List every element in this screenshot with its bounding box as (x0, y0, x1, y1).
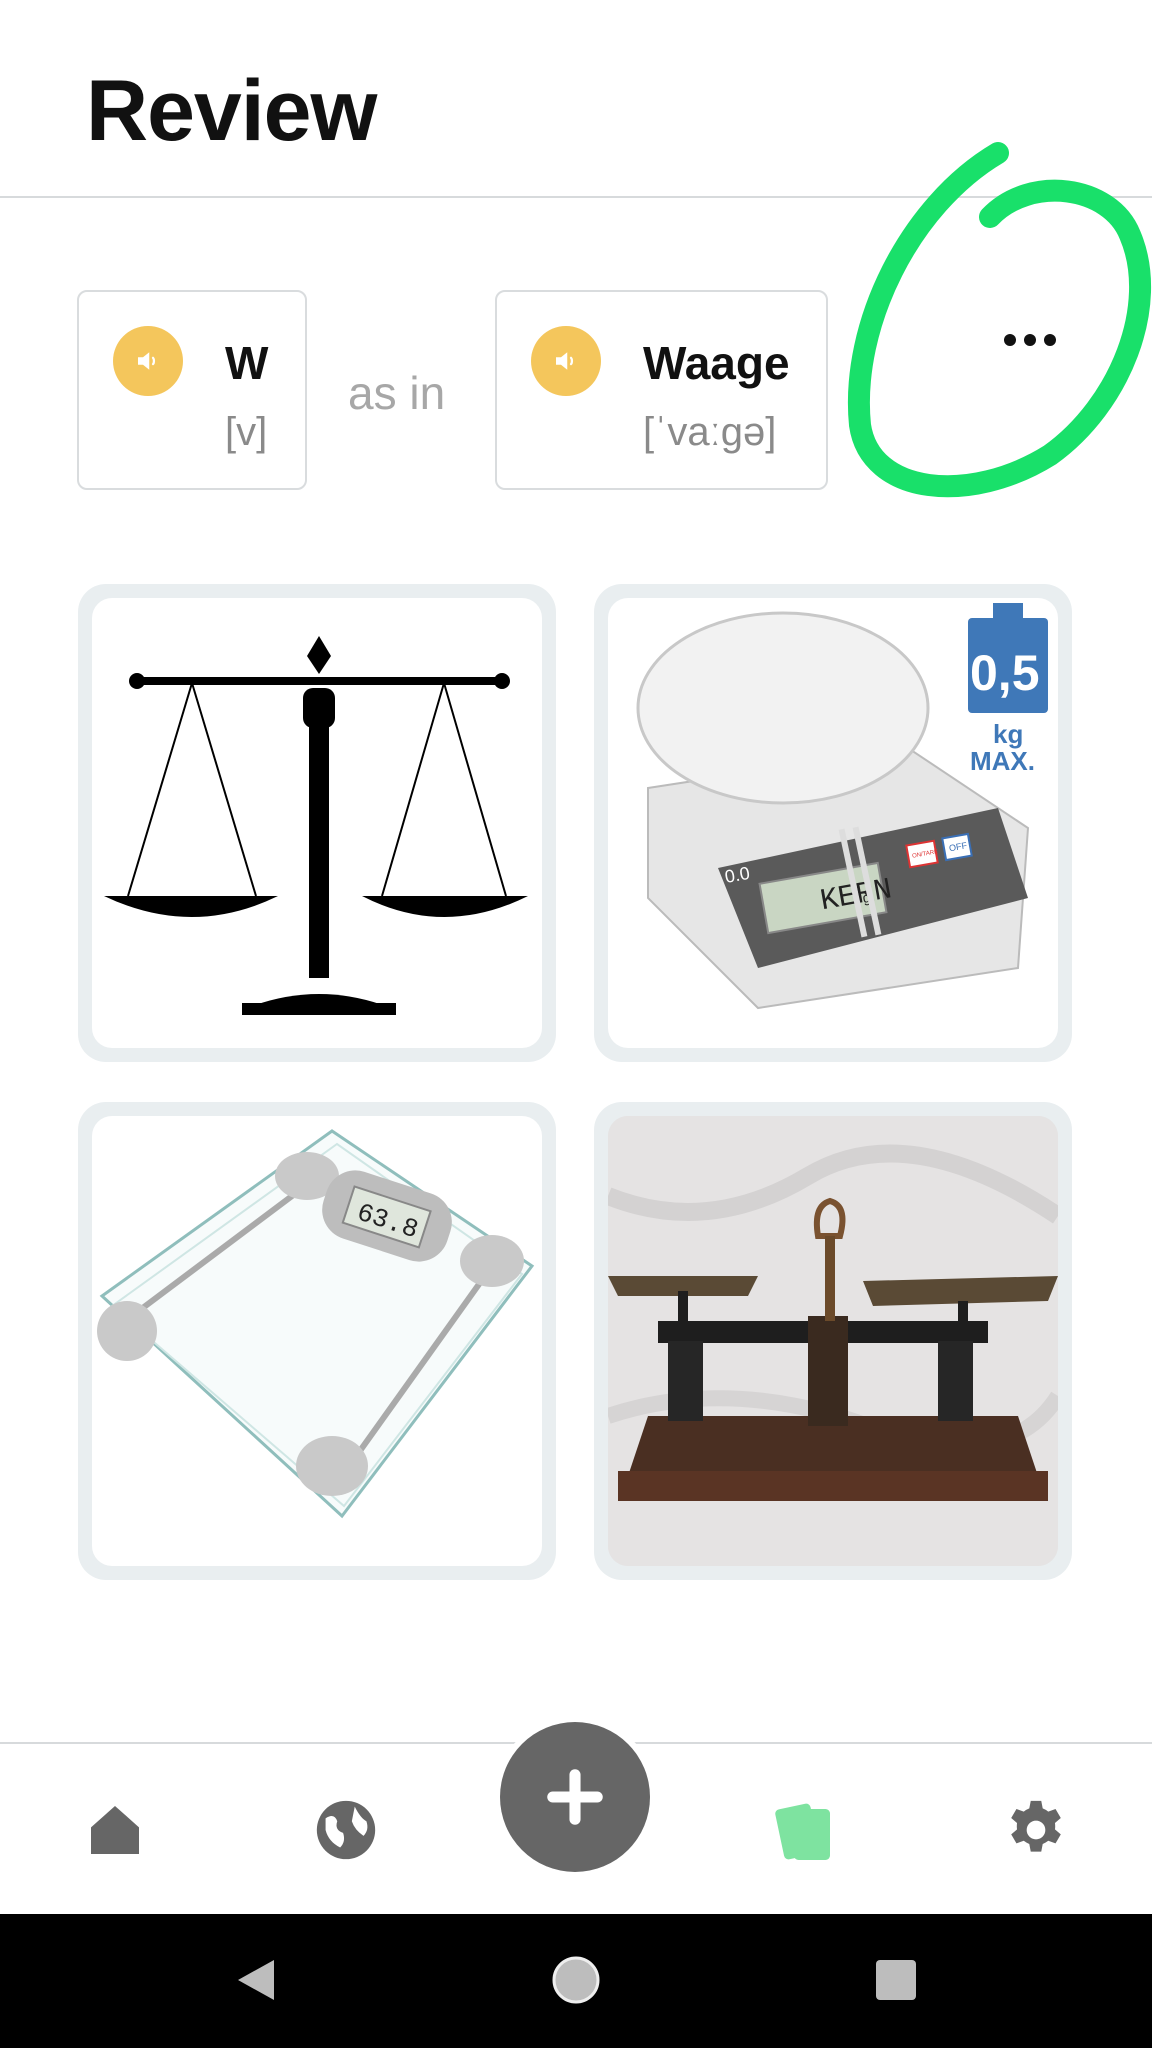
capacity-unit: kg (993, 719, 1023, 749)
as-in-label: as in (348, 367, 446, 419)
bathroom-scale-image: 63.8 (92, 1116, 542, 1566)
back-icon[interactable] (226, 1950, 286, 2010)
image-option-3[interactable]: 63.8 (78, 1102, 556, 1580)
speaker-icon[interactable] (531, 326, 601, 396)
word-text: Waage (643, 337, 790, 389)
word-card[interactable]: Waage [ˈvaːɡə] (495, 290, 828, 490)
image-option-1[interactable] (78, 584, 556, 1062)
antique-scale-image (608, 1116, 1058, 1566)
recents-icon[interactable] (866, 1950, 926, 2010)
balance-scale-image (92, 598, 542, 1048)
home-icon (91, 1806, 139, 1854)
capacity-max: MAX. (970, 746, 1035, 776)
scale-brand-text: 0.0 (723, 863, 751, 887)
nav-explore[interactable] (306, 1790, 386, 1870)
image-option-4[interactable] (594, 1102, 1072, 1580)
page-title: Review (86, 63, 377, 159)
letter-ipa: [v] (225, 410, 268, 454)
letter-card[interactable]: W [v] (77, 290, 307, 490)
more-button[interactable] (970, 300, 1090, 380)
image-option-2[interactable]: KERN g 0.0 ON/TARE OFF 0,5 kg MAX. (594, 584, 1072, 1062)
plus-icon (547, 1769, 603, 1825)
add-button[interactable] (500, 1722, 650, 1872)
capacity-value: 0,5 (970, 645, 1040, 701)
gear-icon (1011, 1800, 1061, 1852)
nav-settings[interactable] (996, 1790, 1076, 1870)
letter-text: W (225, 337, 269, 389)
cards-icon (775, 1803, 830, 1860)
speaker-icon[interactable] (113, 326, 183, 396)
globe-icon (316, 1800, 376, 1860)
nav-home[interactable] (75, 1790, 155, 1870)
nav-review[interactable] (766, 1790, 846, 1870)
kitchen-scale-image: KERN g 0.0 ON/TARE OFF 0,5 kg MAX. (608, 598, 1058, 1048)
more-horizontal-icon (1004, 334, 1056, 346)
word-ipa: [ˈvaːɡə] (643, 410, 777, 454)
system-nav-bar (0, 1914, 1152, 2048)
header: Review (0, 0, 1152, 198)
home-circle-icon[interactable] (546, 1950, 606, 2010)
